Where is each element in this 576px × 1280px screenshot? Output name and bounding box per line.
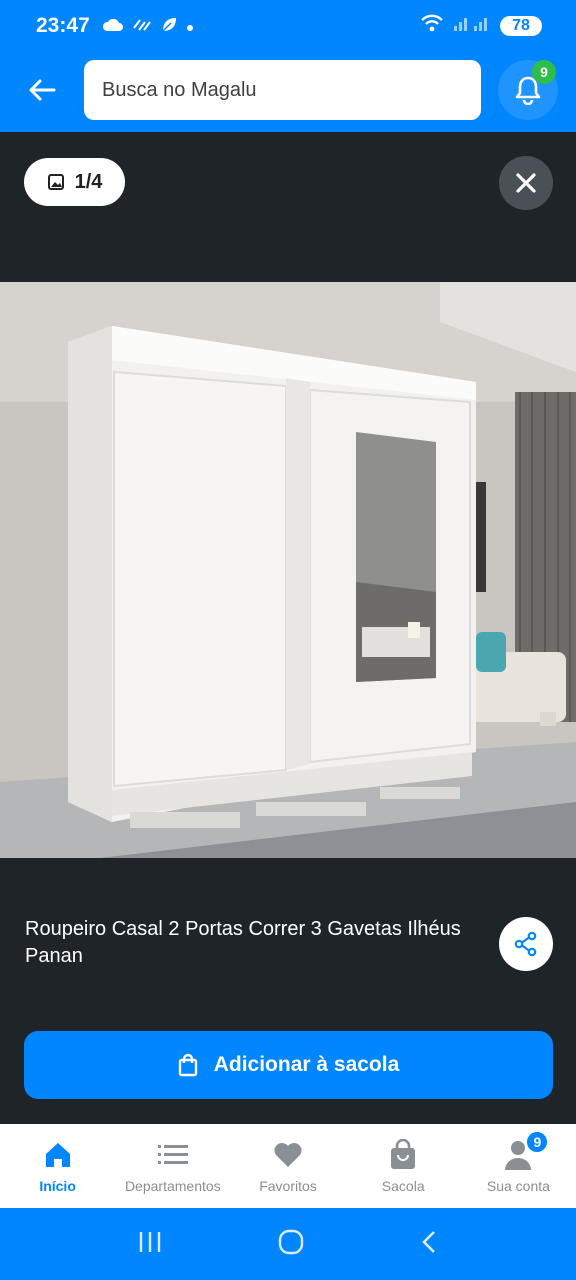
status-system-icons: 78 bbox=[420, 14, 542, 37]
nav-item-favoritos[interactable]: Favoritos bbox=[230, 1124, 345, 1208]
heart-icon bbox=[273, 1138, 303, 1172]
nav-label: Início bbox=[39, 1178, 76, 1194]
close-icon bbox=[516, 173, 536, 193]
list-icon bbox=[157, 1138, 189, 1172]
app-header: 9 bbox=[0, 52, 576, 132]
image-counter-text: 1/4 bbox=[74, 170, 103, 193]
share-button[interactable] bbox=[499, 917, 553, 971]
wifi-icon bbox=[420, 14, 444, 37]
user-icon: 9 bbox=[503, 1130, 550, 1172]
cloud-icon bbox=[102, 18, 124, 37]
close-button[interactable] bbox=[499, 156, 553, 210]
leaf-icon bbox=[160, 16, 178, 39]
product-image[interactable] bbox=[0, 282, 576, 858]
account-badge: 9 bbox=[525, 1130, 550, 1154]
status-time: 23:47 bbox=[36, 14, 90, 37]
nav-item-departamentos[interactable]: Departamentos bbox=[115, 1124, 230, 1208]
product-info: Roupeiro Casal 2 Portas Correr 3 Gavetas… bbox=[0, 858, 576, 1124]
product-title: Roupeiro Casal 2 Portas Correr 3 Gavetas… bbox=[25, 918, 461, 967]
recent-apps-button[interactable] bbox=[137, 1230, 163, 1259]
wind-icon bbox=[132, 18, 152, 37]
status-bar: 23:47 78 bbox=[0, 0, 576, 52]
home-button[interactable] bbox=[277, 1228, 305, 1261]
image-icon bbox=[47, 174, 64, 190]
bottom-navigation: Início Departamentos Favoritos Sacola 9 … bbox=[0, 1124, 576, 1208]
chevron-left-icon bbox=[422, 1230, 435, 1253]
dot-icon bbox=[186, 19, 194, 37]
bag-icon bbox=[389, 1138, 417, 1172]
notifications-button[interactable]: 9 bbox=[498, 60, 558, 120]
share-icon bbox=[514, 931, 537, 957]
recent-apps-icon bbox=[139, 1231, 161, 1252]
notification-badge: 9 bbox=[532, 60, 556, 84]
gallery-toolbar: 1/4 bbox=[0, 132, 576, 282]
status-notification-icons bbox=[102, 16, 194, 39]
nav-label: Sua conta bbox=[486, 1178, 550, 1194]
battery-indicator: 78 bbox=[500, 15, 542, 36]
nav-label: Sacola bbox=[381, 1178, 425, 1194]
nav-item-inicio[interactable]: Início bbox=[0, 1124, 115, 1208]
arrow-left-icon bbox=[29, 79, 56, 101]
search-input[interactable] bbox=[102, 78, 463, 102]
home-circle-icon bbox=[278, 1229, 304, 1254]
nav-label: Favoritos bbox=[259, 1178, 317, 1194]
back-button[interactable] bbox=[22, 70, 62, 110]
nav-item-sacola[interactable]: Sacola bbox=[346, 1124, 461, 1208]
system-back-button[interactable] bbox=[419, 1229, 439, 1260]
home-icon bbox=[43, 1138, 73, 1172]
system-navigation-bar bbox=[0, 1208, 576, 1280]
image-counter: 1/4 bbox=[24, 158, 125, 206]
search-bar[interactable] bbox=[84, 60, 481, 120]
signal-icon bbox=[452, 14, 492, 37]
bag-icon bbox=[178, 1053, 197, 1077]
nav-label: Departamentos bbox=[124, 1178, 221, 1194]
add-to-bag-label: Adicionar à sacola bbox=[213, 1053, 400, 1076]
add-to-bag-button[interactable]: Adicionar à sacola bbox=[24, 1031, 553, 1099]
nav-item-sua-conta[interactable]: 9 Sua conta bbox=[461, 1124, 576, 1208]
